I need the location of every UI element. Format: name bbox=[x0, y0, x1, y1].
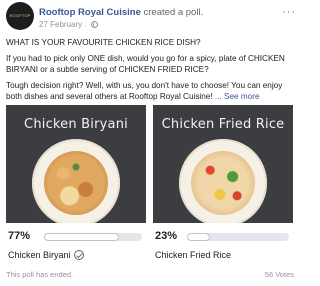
author-line: Rooftop Royal Cuisine created a poll. bbox=[39, 7, 203, 18]
option-photo-title: Chicken Fried Rice bbox=[161, 117, 285, 132]
option-label-text: Chicken Biryani bbox=[8, 250, 71, 260]
fried-rice-food bbox=[191, 151, 255, 215]
result-bar-row: 77% bbox=[6, 229, 146, 245]
option-photo-title: Chicken Biryani bbox=[24, 117, 128, 132]
post-text: WHAT IS YOUR FAVOURITE CHICKEN RICE DISH… bbox=[6, 37, 296, 107]
post-meta: 27 February · bbox=[39, 20, 98, 29]
vote-count[interactable]: 56 Votes bbox=[265, 270, 294, 279]
option-photo[interactable]: Chicken Fried Rice bbox=[153, 105, 293, 223]
fried-rice-plate-image bbox=[179, 139, 267, 223]
poll-question: WHAT IS YOUR FAVOURITE CHICKEN RICE DISH… bbox=[6, 38, 201, 47]
option-label-text: Chicken Fried Rice bbox=[155, 250, 232, 260]
poll-footer: This poll has ended. 56 Votes bbox=[6, 270, 294, 279]
poll-status: This poll has ended. bbox=[6, 270, 74, 279]
post-header: ROOFTOP ROYAL Rooftop Royal Cuisine crea… bbox=[6, 2, 296, 34]
option-label: Chicken Biryani bbox=[8, 250, 84, 260]
separator-dot: · bbox=[84, 23, 87, 29]
post-teaser: Tough decision right? Well, with us, you… bbox=[6, 80, 296, 102]
result-percent: 77% bbox=[8, 230, 31, 242]
globe-icon bbox=[90, 21, 98, 28]
result-bar-row: 23% bbox=[153, 229, 293, 245]
biryani-plate-image bbox=[32, 139, 120, 223]
page-name-link[interactable]: Rooftop Royal Cuisine bbox=[39, 7, 141, 18]
more-options-icon[interactable]: ··· bbox=[282, 6, 296, 18]
post-date[interactable]: 27 February bbox=[39, 20, 82, 29]
poll-option-chicken-biryani[interactable]: Chicken Biryani 77% Chicken Biryani bbox=[6, 105, 146, 265]
option-photo[interactable]: Chicken Biryani bbox=[6, 105, 146, 223]
result-bar-track bbox=[187, 233, 289, 241]
result-percent: 23% bbox=[155, 230, 178, 242]
see-more-link[interactable]: ... See more bbox=[215, 92, 260, 101]
poll-options: Chicken Biryani 77% Chicken Biryani Chic… bbox=[6, 105, 294, 265]
poll-option-chicken-fried-rice[interactable]: Chicken Fried Rice 23% Chicken Fried Ric… bbox=[153, 105, 293, 265]
biryani-food bbox=[44, 151, 108, 215]
post-body: If you had to pick only ONE dish, would … bbox=[6, 54, 285, 74]
check-icon bbox=[73, 250, 84, 260]
post-action-text: created a poll. bbox=[143, 7, 204, 18]
page-avatar[interactable]: ROOFTOP ROYAL bbox=[6, 2, 34, 30]
result-bar-fill bbox=[44, 233, 120, 241]
result-bar-fill bbox=[187, 233, 211, 241]
option-label: Chicken Fried Rice bbox=[155, 250, 231, 260]
avatar-logo-text: ROOFTOP ROYAL bbox=[9, 13, 31, 18]
result-bar-track bbox=[44, 233, 142, 241]
